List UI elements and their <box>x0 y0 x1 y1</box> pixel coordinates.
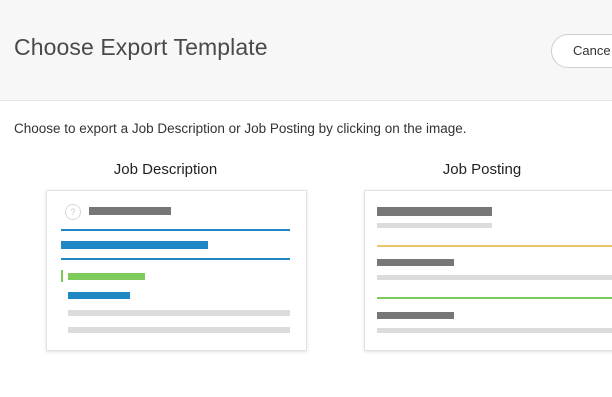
thumb-green-bar <box>68 273 145 280</box>
thumb-green-marker <box>61 270 63 282</box>
thumb-blue-bar <box>61 241 208 249</box>
thumb-text-line <box>377 328 612 333</box>
dialog-header: Choose Export Template Cance <box>0 0 612 101</box>
thumb-text-line <box>68 327 290 333</box>
thumb-divider-line <box>61 229 290 231</box>
thumb-text-line <box>377 223 492 228</box>
job-description-label: Job Description <box>113 161 218 178</box>
thumb-text-line <box>377 275 612 280</box>
question-mark-icon: ? <box>65 204 81 220</box>
thumb-divider-line <box>61 258 290 260</box>
thumb-subheading-bar <box>377 259 454 266</box>
cancel-button[interactable]: Cance <box>551 34 612 68</box>
thumb-subheading-bar <box>377 312 454 319</box>
thumb-yellow-divider <box>377 245 612 247</box>
instructions-text: Choose to export a Job Description or Jo… <box>14 121 467 136</box>
thumb-green-divider <box>377 297 612 299</box>
thumb-blue-small-bar <box>68 292 130 299</box>
job-description-template-thumbnail[interactable]: ? <box>46 190 307 351</box>
job-posting-label: Job Posting <box>442 161 522 178</box>
thumb-text-line <box>68 310 290 316</box>
job-posting-template-thumbnail[interactable] <box>364 190 612 351</box>
thumb-heading-bar <box>377 207 492 216</box>
dialog-title: Choose Export Template <box>14 34 268 60</box>
thumb-heading-bar <box>89 207 171 215</box>
